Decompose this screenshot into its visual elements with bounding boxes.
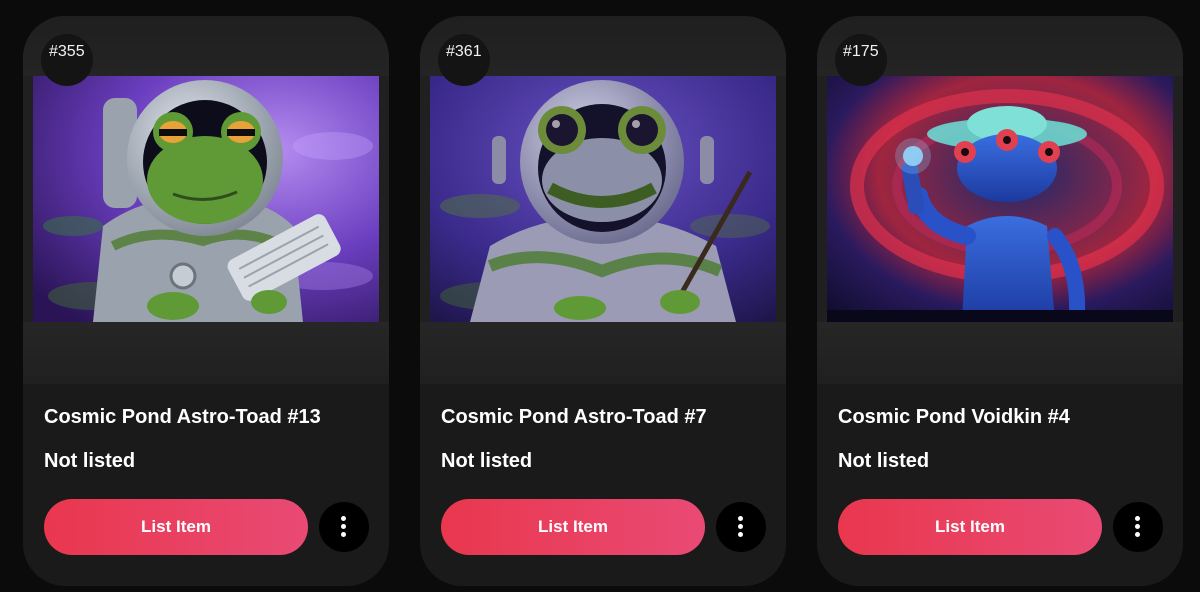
listing-status: Not listed: [44, 450, 136, 472]
listing-status: Not listed: [441, 450, 533, 472]
nft-image-art: [33, 76, 379, 322]
rank-badge: #175: [835, 34, 887, 86]
media-blur-bottom: [420, 322, 786, 384]
listing-status: Not listed: [838, 450, 930, 472]
nft-card-grid: #355 Cosmic Pond Astro-Toad #13 Not list…: [0, 0, 1200, 592]
list-item-button[interactable]: List Item: [44, 499, 308, 555]
nft-card[interactable]: #355 Cosmic Pond Astro-Toad #13 Not list…: [23, 16, 389, 586]
nft-title[interactable]: Cosmic Pond Astro-Toad #7: [441, 406, 707, 429]
more-vertical-icon: [738, 516, 744, 538]
media-blur-bottom: [23, 322, 389, 384]
rank-text: #175: [843, 43, 879, 60]
nft-image-art: [430, 76, 776, 322]
nft-card[interactable]: #175 Cosmic Pond Voidkin #4 Not listed L…: [817, 16, 1183, 586]
media-blur-bottom: [817, 322, 1183, 384]
more-options-button[interactable]: [1113, 502, 1163, 552]
more-options-button[interactable]: [716, 502, 766, 552]
nft-image[interactable]: [430, 76, 776, 322]
list-item-button[interactable]: List Item: [441, 499, 705, 555]
rank-text: #361: [446, 43, 482, 60]
more-options-button[interactable]: [319, 502, 369, 552]
more-vertical-icon: [1135, 516, 1141, 538]
rank-badge: #361: [438, 34, 490, 86]
nft-image-art: [827, 76, 1173, 322]
nft-card[interactable]: #361 Cosmic Pond Astro-Toad #7 Not liste…: [420, 16, 786, 586]
more-vertical-icon: [341, 516, 347, 538]
nft-title[interactable]: Cosmic Pond Astro-Toad #13: [44, 406, 321, 429]
rank-badge: #355: [41, 34, 93, 86]
nft-title[interactable]: Cosmic Pond Voidkin #4: [838, 406, 1070, 429]
nft-image[interactable]: [827, 76, 1173, 322]
nft-image[interactable]: [33, 76, 379, 322]
rank-text: #355: [49, 43, 85, 60]
list-item-button[interactable]: List Item: [838, 499, 1102, 555]
